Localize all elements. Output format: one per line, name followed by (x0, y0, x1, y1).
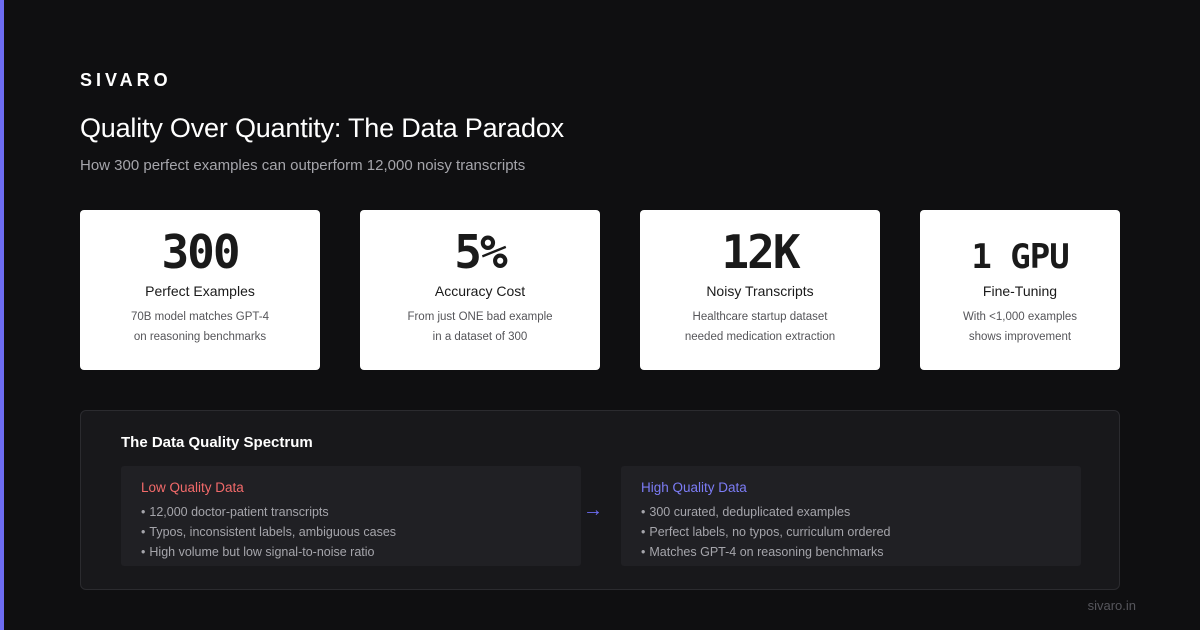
stat-description-line: shows improvement (968, 331, 1072, 343)
stat-value: 5% (454, 225, 507, 279)
list-item-text: Perfect labels, no typos, curriculum ord… (649, 525, 891, 539)
stat-description-line: From just ONE bad example (407, 311, 553, 323)
stat-description-line: needed medication extraction (684, 331, 836, 343)
spectrum-title: The Data Quality Spectrum (121, 434, 313, 451)
stat-description: From just ONE bad example in a dataset o… (360, 307, 600, 347)
stat-card-noisy-transcripts: 12K Noisy Transcripts Healthcare startup… (640, 210, 880, 370)
list-item: • 12,000 doctor-patient transcripts (141, 502, 396, 522)
bullet-icon: • (641, 545, 646, 559)
brand-logo: SIVARO (80, 70, 172, 90)
bullet-icon: • (641, 505, 646, 519)
list-item: • High volume but low signal-to-noise rat… (141, 542, 396, 562)
stat-card-accuracy-cost: 5% Accuracy Cost From just ONE bad examp… (360, 210, 600, 370)
stat-label: Fine-Tuning (982, 283, 1058, 299)
stat-card-perfect-examples: 300 Perfect Examples 70B model matches G… (80, 210, 320, 370)
stat-value: 1 GPU (971, 237, 1069, 277)
stat-value: 300 (161, 225, 240, 279)
list-item-text: 12,000 doctor-patient transcripts (149, 505, 329, 519)
stat-label: Accuracy Cost (434, 283, 526, 299)
high-quality-panel: High Quality Data • 300 curated, deduplic… (621, 466, 1081, 566)
stat-description-line: on reasoning benchmarks (133, 331, 267, 343)
list-item: • Typos, inconsistent labels, ambiguous c… (141, 522, 396, 542)
stat-description: 70B model matches GPT-4 on reasoning ben… (80, 307, 320, 347)
stat-label: Noisy Transcripts (706, 283, 814, 299)
stat-description-line: 70B model matches GPT-4 (130, 311, 270, 323)
low-quality-heading: Low Quality Data (141, 480, 244, 495)
accent-bar (0, 0, 4, 630)
list-item-text: Matches GPT-4 on reasoning benchmarks (649, 545, 884, 559)
footer-domain: sivaro.in (1087, 598, 1136, 613)
arrow-right-icon: → (583, 499, 603, 521)
stat-value: 12K (721, 225, 800, 279)
stat-description-line: With <1,000 examples (962, 311, 1078, 323)
stat-description-line: Healthcare startup dataset (692, 311, 828, 323)
stat-description: Healthcare startup dataset needed medica… (640, 307, 880, 347)
stat-card-fine-tuning: 1 GPU Fine-Tuning With <1,000 examples s… (920, 210, 1120, 370)
stat-description: With <1,000 examples shows improvement (920, 307, 1120, 347)
list-item: • 300 curated, deduplicated examples (641, 502, 890, 522)
stat-label: Perfect Examples (145, 283, 255, 299)
stat-cards: 300 Perfect Examples 70B model matches G… (80, 210, 1120, 370)
low-quality-panel: Low Quality Data • 12,000 doctor-patient … (121, 466, 581, 566)
list-item: • Matches GPT-4 on reasoning benchmarks (641, 542, 890, 562)
list-item-text: High volume but low signal-to-noise rati… (149, 545, 375, 559)
bullet-icon: • (641, 525, 646, 539)
data-quality-spectrum: The Data Quality Spectrum Low Quality Da… (80, 410, 1120, 590)
stat-description-line: in a dataset of 300 (432, 331, 528, 343)
bullet-icon: • (141, 505, 146, 519)
list-item-text: Typos, inconsistent labels, ambiguous ca… (149, 525, 397, 539)
page-subtitle: How 300 perfect examples can outperform … (80, 157, 526, 174)
list-item: • Perfect labels, no typos, curriculum or… (641, 522, 890, 542)
page-title: Quality Over Quantity: The Data Paradox (80, 113, 564, 143)
bullet-icon: • (141, 525, 146, 539)
high-quality-heading: High Quality Data (641, 480, 747, 495)
high-quality-list: • 300 curated, deduplicated examples • Per… (641, 502, 890, 562)
bullet-icon: • (141, 545, 146, 559)
low-quality-list: • 12,000 doctor-patient transcripts • Typo… (141, 502, 396, 562)
list-item-text: 300 curated, deduplicated examples (649, 505, 851, 519)
